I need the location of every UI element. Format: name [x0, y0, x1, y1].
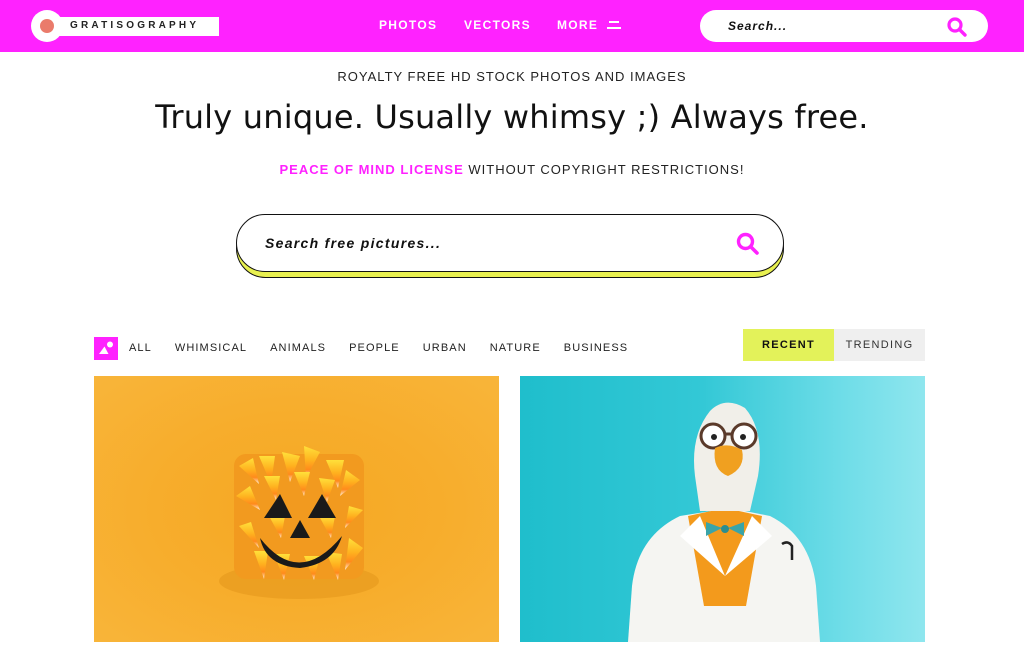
license-text: WITHOUT COPYRIGHT RESTRICTIONS!: [463, 162, 745, 177]
logo-circle: [31, 10, 63, 42]
category-urban[interactable]: URBAN: [423, 342, 467, 354]
license-line: PEACE OF MIND LICENSE WITHOUT COPYRIGHT …: [0, 162, 1024, 177]
category-business[interactable]: BUSINESS: [564, 342, 628, 354]
category-whimsical[interactable]: WHIMSICAL: [175, 342, 247, 354]
candy-corn-illustration: [219, 446, 379, 599]
logo-text: GRATISOGRAPHY: [70, 20, 200, 31]
sort-toggle: RECENT TRENDING: [743, 329, 925, 361]
photo-duck-scientist[interactable]: [520, 376, 925, 642]
photo-candy-corn-pumpkin[interactable]: [94, 376, 499, 642]
license-link[interactable]: PEACE OF MIND LICENSE: [280, 162, 464, 177]
nav-photos[interactable]: PHOTOS: [379, 18, 437, 32]
hero-subtitle: ROYALTY FREE HD STOCK PHOTOS AND IMAGES: [337, 69, 687, 84]
search-icon[interactable]: [946, 16, 968, 38]
logo-dot-icon: [40, 19, 54, 33]
main-search-box: [236, 214, 784, 272]
top-header: GRATISOGRAPHY PHOTOS VECTORS MORE: [0, 0, 1024, 52]
category-filters: ALL WHIMSICAL ANIMALS PEOPLE URBAN NATUR…: [94, 336, 651, 360]
header-search-input[interactable]: [728, 10, 928, 42]
main-search: [236, 214, 784, 278]
category-people[interactable]: PEOPLE: [349, 342, 400, 354]
nav-more[interactable]: MORE: [557, 18, 622, 32]
category-nature[interactable]: NATURE: [490, 342, 541, 354]
sort-trending-button[interactable]: TRENDING: [834, 329, 925, 361]
category-all[interactable]: ALL: [129, 342, 152, 354]
category-animals[interactable]: ANIMALS: [270, 342, 326, 354]
nav-more-label: MORE: [557, 18, 599, 32]
nav-vectors[interactable]: VECTORS: [464, 18, 531, 32]
main-search-input[interactable]: [265, 215, 705, 271]
menu-icon: [607, 21, 622, 29]
image-category-icon: [94, 336, 118, 360]
duck-illustration: [628, 402, 820, 642]
sort-recent-button[interactable]: RECENT: [743, 329, 834, 361]
header-search-bar: [700, 10, 988, 42]
search-icon[interactable]: [735, 231, 761, 257]
hero-headline: Truly unique. Usually whimsy ;) Always f…: [155, 98, 869, 136]
